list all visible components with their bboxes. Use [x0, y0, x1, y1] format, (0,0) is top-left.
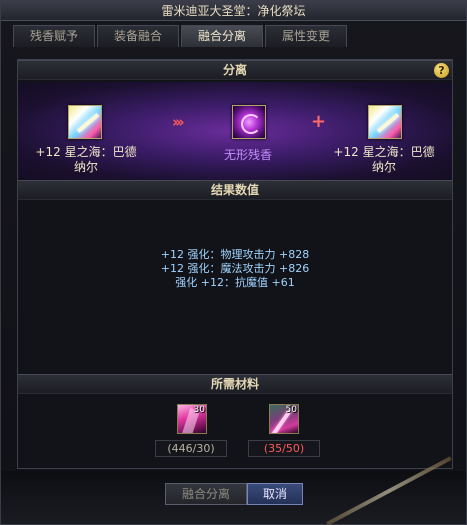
results-header: 结果数值: [18, 180, 452, 200]
result-stat-magic: +12 强化：魔法攻击力 +826: [160, 262, 310, 275]
cancel-button[interactable]: 取消: [247, 483, 303, 505]
result-item-name-line2: 纳尔: [371, 160, 396, 174]
material-1-count: (446/30): [155, 440, 227, 457]
tab-residual-fragrance[interactable]: 残香赋予: [13, 25, 95, 47]
tab-fusion-separation[interactable]: 融合分离: [181, 25, 263, 47]
material-2-badge: 50: [285, 405, 297, 415]
material-2-count: (35/50): [248, 440, 320, 457]
plus-icon: +: [311, 111, 327, 132]
source-item-level: +12: [35, 145, 61, 159]
separation-panel: 分离 ? +12 星之海：巴德 纳尔 ››› 无形残香 + +12 星之海：巴德: [17, 59, 453, 469]
source-item-slot[interactable]: [68, 105, 102, 139]
results-area: +12 强化：物理攻击力 +828 +12 强化：魔法攻击力 +826 强化 +…: [18, 202, 452, 372]
help-icon[interactable]: ?: [434, 63, 449, 78]
result-item-name: +12 星之海：巴德 纳尔: [324, 145, 444, 175]
purification-altar-window: 雷米迪亚大圣堂：净化祭坛 残香赋予 装备融合 融合分离 属性变更 分离 ? +1…: [0, 0, 467, 525]
separation-header-label: 分离: [222, 63, 247, 77]
result-item-name-line1: 星之海：巴德: [362, 145, 435, 159]
star-sword-icon: [69, 106, 101, 138]
source-item-name-line1: 星之海：巴德: [64, 145, 137, 159]
source-item-name-line2: 纳尔: [73, 160, 98, 174]
material-1-badge: 30: [193, 405, 205, 415]
result-stat-physical: +12 强化：物理攻击力 +828: [160, 248, 310, 261]
source-item-name: +12 星之海：巴德 纳尔: [26, 145, 146, 175]
separation-banner: +12 星之海：巴德 纳尔 ››› 无形残香 + +12 星之海：巴德 纳尔: [18, 82, 452, 180]
result-item-level: +12: [333, 145, 359, 159]
tab-equipment-fusion[interactable]: 装备融合: [97, 25, 179, 47]
fragrance-item-name: 无形残香: [223, 148, 272, 162]
result-item-slot[interactable]: [368, 105, 402, 139]
result-stat-magic-resist: 强化 +12：抗魔值 +61: [175, 276, 295, 289]
window-title: 雷米迪亚大圣堂：净化祭坛: [1, 1, 466, 21]
materials-header: 所需材料: [18, 374, 452, 394]
chevron-right-icon: ›››: [172, 113, 184, 131]
material-slot-1[interactable]: 30: [177, 404, 207, 434]
materials-area: 30 (446/30) 50 (35/50): [18, 400, 452, 470]
fusion-separation-button[interactable]: 融合分离: [165, 483, 247, 505]
purple-vortex-icon: [233, 106, 265, 138]
fragrance-item-slot[interactable]: [232, 105, 266, 139]
separation-header: 分离 ?: [18, 60, 452, 80]
tab-bar: 残香赋予 装备融合 融合分离 属性变更: [13, 25, 347, 47]
tab-attribute-change[interactable]: 属性变更: [265, 25, 347, 47]
star-sword-icon: [369, 106, 401, 138]
material-slot-2[interactable]: 50: [269, 404, 299, 434]
